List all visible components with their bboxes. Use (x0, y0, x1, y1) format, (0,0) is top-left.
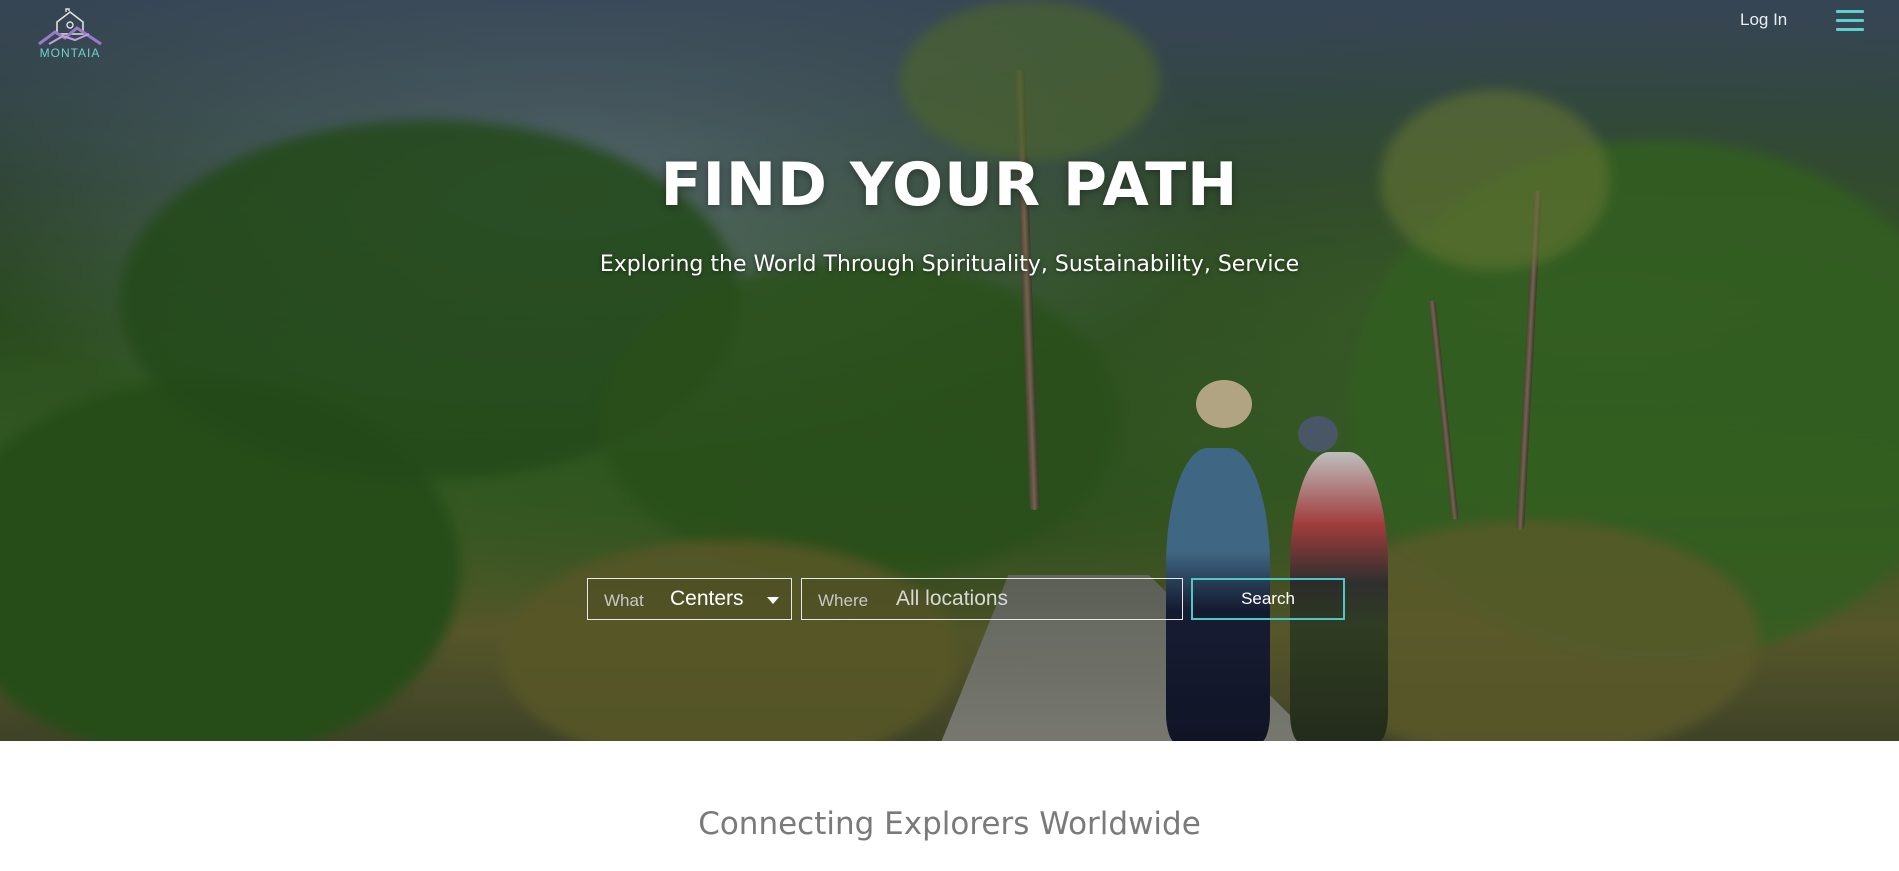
menu-bar-top (1836, 10, 1864, 13)
search-button[interactable]: Search (1191, 578, 1345, 620)
where-input[interactable]: Where All locations (801, 578, 1183, 620)
where-placeholder: All locations (896, 587, 1009, 610)
caret-down-icon (767, 597, 779, 604)
section-tagline: Connecting Explorers Worldwide (698, 806, 1201, 842)
where-label: Where (818, 591, 869, 610)
what-label: What (604, 591, 644, 610)
hero-banner: MONTAIA Log In FIND YOUR PATH Exploring … (0, 0, 1899, 741)
site-logo[interactable]: MONTAIA (30, 8, 110, 64)
menu-bar-middle (1836, 19, 1864, 22)
login-link[interactable]: Log In (1740, 10, 1787, 30)
hero-overlay (0, 0, 1899, 741)
mountain-house-logo-icon (38, 8, 102, 46)
logo-text: MONTAIA (39, 46, 101, 60)
what-selected-value: Centers (670, 587, 744, 610)
hero-subtitle: Exploring the World Through Spirituality… (599, 252, 1300, 277)
hero-title: FIND YOUR PATH (660, 150, 1239, 220)
what-dropdown[interactable]: What Centers (587, 578, 792, 620)
hamburger-menu-icon[interactable] (1836, 8, 1864, 34)
menu-bar-bottom (1836, 28, 1864, 31)
